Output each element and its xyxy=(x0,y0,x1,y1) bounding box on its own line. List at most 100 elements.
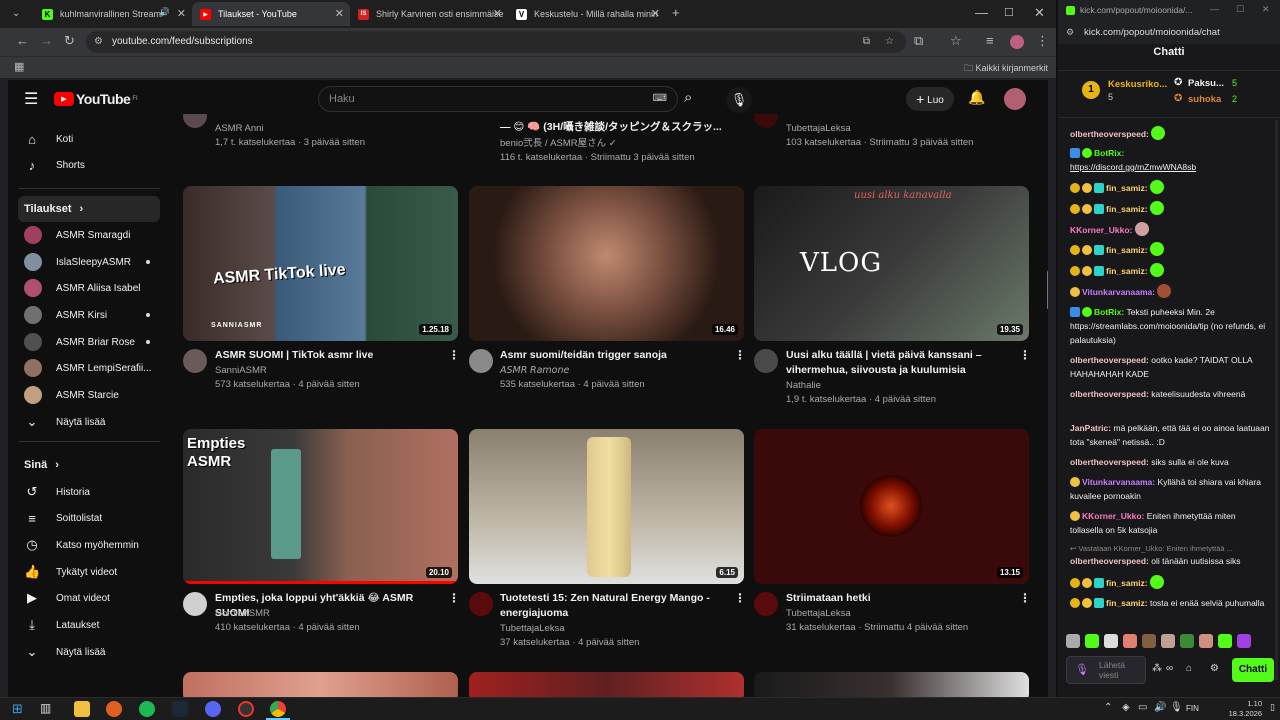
apps-grid-icon[interactable]: ▦ xyxy=(14,60,24,74)
maximize-icon[interactable]: ☐ xyxy=(1236,4,1244,15)
infinity-icon[interactable]: ∞ xyxy=(1166,663,1173,674)
close-icon[interactable]: ✕ xyxy=(335,7,344,20)
tray-chevron-icon[interactable]: ⌃ xyxy=(1104,702,1112,713)
hamburger-menu-icon[interactable]: ☰ xyxy=(24,89,38,109)
bookmarks-icon[interactable]: ☆ xyxy=(950,34,962,48)
sidebar-item-sub[interactable]: ASMR Kirsi xyxy=(18,302,160,328)
keyboard-icon[interactable]: ⌨ xyxy=(653,87,667,111)
address-bar[interactable]: ⚙ youtube.com/feed/subscriptions ⧉ ☆ xyxy=(86,31,906,53)
tab-youtube[interactable]: ▶ Tilaukset - YouTube ✕ xyxy=(192,2,350,26)
emote-icon[interactable] xyxy=(1180,634,1194,648)
language-indicator[interactable]: FIN xyxy=(1186,704,1199,713)
emote-icon[interactable] xyxy=(1199,634,1213,648)
cast-icon[interactable]: ⧉ xyxy=(863,31,870,53)
chat-username[interactable]: BotRix: xyxy=(1094,307,1124,317)
video-title[interactable]: Striimataan hetki xyxy=(786,591,1006,606)
chat-username[interactable]: fin_samiz: xyxy=(1106,578,1148,588)
avatar[interactable] xyxy=(469,592,493,616)
sidebar-item-downloads[interactable]: ⤓ Lataukset xyxy=(18,612,160,638)
chat-username[interactable]: olbertheoverspeed: xyxy=(1070,389,1149,399)
channel-name[interactable]: benio弐長 / ASMR屋さん ✓ xyxy=(500,136,617,151)
sidebar-item-sub[interactable]: ASMR Starcie xyxy=(18,382,160,408)
sidebar-item-home[interactable]: ⌂ Koti xyxy=(18,126,160,152)
sidebar-item-watch-later[interactable]: ◷ Katso myöhemmin xyxy=(18,532,160,558)
chat-username[interactable]: olbertheoverspeed: xyxy=(1070,556,1149,566)
profile-avatar[interactable] xyxy=(1010,35,1024,49)
avatar[interactable] xyxy=(183,349,207,373)
sidebar-item-history[interactable]: ↺ Historia xyxy=(18,479,160,505)
chat-username[interactable]: KKorner_Ukko: xyxy=(1070,225,1132,235)
audio-icon[interactable]: 🔊 xyxy=(159,7,170,18)
leaderboard-name[interactable]: suhoka xyxy=(1188,94,1221,105)
emote-icon[interactable] xyxy=(1237,634,1251,648)
channel-name[interactable]: ASMR Anni xyxy=(215,121,264,136)
channel-name[interactable]: TubettajaLeksa xyxy=(786,121,851,136)
chat-scrollbar[interactable] xyxy=(1275,120,1278,680)
emote-icon[interactable] xyxy=(1161,634,1175,648)
file-explorer-icon[interactable] xyxy=(74,701,90,717)
search-icon[interactable]: ⌕ xyxy=(684,89,692,106)
emote-icon[interactable] xyxy=(1066,634,1080,648)
video-thumbnail[interactable] xyxy=(469,672,744,697)
chat-username[interactable]: Vitunkarvanaama: xyxy=(1082,477,1155,487)
more-options-icon[interactable]: ⋮ xyxy=(734,591,746,605)
steam-icon[interactable] xyxy=(172,701,188,717)
sidebar-item-liked[interactable]: 👍 Tykätyt videot xyxy=(18,559,160,585)
video-title[interactable]: Asmr suomi/teidän trigger sanoja xyxy=(500,348,736,363)
site-info-icon[interactable]: ⚙ xyxy=(94,31,103,53)
subscriptions-heading[interactable]: Tilaukset › xyxy=(18,196,160,222)
windows-start-icon[interactable]: ⊞ xyxy=(12,701,23,717)
notification-icon[interactable]: ▯ xyxy=(1270,702,1275,713)
media-icon[interactable]: ≡ xyxy=(986,34,994,48)
create-button[interactable]: + Luo xyxy=(906,87,954,111)
chat-username[interactable]: JanPatric: xyxy=(1070,423,1111,433)
chat-username[interactable]: BotRix: xyxy=(1094,148,1124,158)
avatar[interactable] xyxy=(754,592,778,616)
emote-picker-icon[interactable]: ⁂ xyxy=(1152,663,1162,674)
spotify-icon[interactable] xyxy=(139,701,155,717)
more-options-icon[interactable]: ⋮ xyxy=(448,591,460,605)
chat-username[interactable]: fin_samiz: xyxy=(1106,183,1148,193)
chat-message-input[interactable]: 🎙 Lähetä viesti xyxy=(1066,656,1146,684)
avatar[interactable] xyxy=(754,114,778,128)
channel-name[interactable]: Nathalie xyxy=(786,378,821,393)
tab-search-icon[interactable]: ⌄ xyxy=(12,7,20,21)
close-icon[interactable]: ✕ xyxy=(493,7,502,20)
you-heading[interactable]: Sinä › xyxy=(18,452,160,478)
site-info-icon[interactable]: ⚙ xyxy=(1066,27,1074,38)
clock[interactable]: 1.10 18.3.2026 xyxy=(1206,699,1262,719)
channel-name[interactable]: 𝘈𝘚𝘔𝘙 𝘙𝘢𝘮𝘰𝘯𝘦 xyxy=(500,363,569,378)
page-scrollbar[interactable] xyxy=(1047,270,1048,310)
avatar[interactable] xyxy=(183,592,207,616)
more-options-icon[interactable]: ⋮ xyxy=(734,348,746,362)
video-title[interactable]: Tuotetesti 15: Zen Natural Energy Mango … xyxy=(500,591,730,621)
microphone-icon[interactable]: 🎙 xyxy=(1075,663,1089,676)
new-tab-icon[interactable]: + xyxy=(672,6,680,20)
obs-icon[interactable] xyxy=(238,701,254,717)
menu-icon[interactable]: ⋮ xyxy=(1036,34,1049,48)
tray-app-icon[interactable]: ◈ xyxy=(1122,702,1130,713)
show-more-button[interactable]: ⌄ Näytä lisää xyxy=(18,639,160,665)
volume-icon[interactable]: 🔊 xyxy=(1154,702,1166,713)
sidebar-item-sub[interactable]: ASMR Briar Rose xyxy=(18,329,160,355)
chat-username[interactable]: fin_samiz: xyxy=(1106,204,1148,214)
firefox-icon[interactable] xyxy=(106,701,122,717)
video-thumbnail[interactable]: 13.15 xyxy=(754,429,1029,584)
video-thumbnail[interactable]: uusi alku kanavalla VLOG 19.35 xyxy=(754,186,1029,341)
extensions-icon[interactable]: ⧉ xyxy=(914,34,923,48)
avatar[interactable] xyxy=(469,349,493,373)
video-thumbnail[interactable]: ASMR TikTok live SANNIASMR 1.25.18 xyxy=(183,186,458,341)
sidebar-item-sub[interactable]: ASMR Aliisa Isabel xyxy=(18,275,160,301)
leaderboard-name[interactable]: Keskusriko... xyxy=(1108,79,1167,90)
tab-is[interactable]: IS Shirly Karvinen osti ensimmäise ✕ xyxy=(350,2,508,26)
notifications-bell-icon[interactable]: 🔔 xyxy=(968,89,985,106)
sidebar-item-sub[interactable]: ASMR Smaragdi xyxy=(18,222,160,248)
video-title[interactable]: — 😊 🧠 (3H/囁き雑談/タッピング＆スクラッ... xyxy=(500,120,736,135)
maximize-icon[interactable]: ☐ xyxy=(1004,6,1014,20)
channel-name[interactable]: SanniASMR xyxy=(215,363,267,378)
back-icon[interactable]: ← xyxy=(16,34,29,48)
emote-icon[interactable] xyxy=(1218,634,1232,648)
more-options-icon[interactable]: ⋮ xyxy=(1019,348,1031,362)
chat-username[interactable]: olbertheoverspeed: xyxy=(1070,457,1149,467)
channel-name[interactable]: TubettajaLeksa xyxy=(786,606,851,621)
